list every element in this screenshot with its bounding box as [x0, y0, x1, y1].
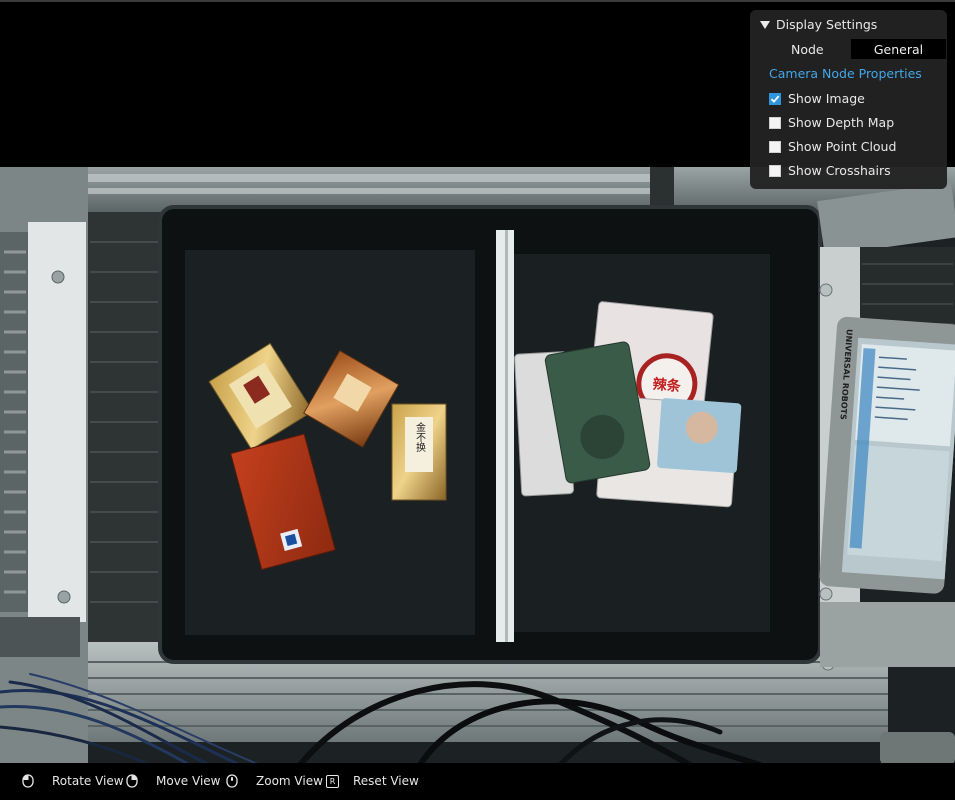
mouse-wheel-icon — [226, 774, 238, 788]
show-crosshairs-option[interactable]: Show Crosshairs — [769, 163, 891, 178]
move-view-hint: Move View — [126, 774, 220, 788]
show-depth-map-option[interactable]: Show Depth Map — [769, 115, 894, 130]
rotate-view-label: Rotate View — [52, 774, 124, 788]
camera-viewport[interactable]: UNIVERSAL ROBOTS 金不换 辣条 Display Settings… — [0, 0, 955, 763]
show-point-cloud-option[interactable]: Show Point Cloud — [769, 139, 896, 154]
checkmark-icon — [770, 95, 780, 103]
show-image-label: Show Image — [788, 91, 865, 106]
left-mouse-button-icon — [22, 774, 34, 788]
move-view-label: Move View — [156, 774, 221, 788]
snack-package-label: 辣条 — [652, 375, 683, 395]
tea-package-label: 金不换 — [414, 421, 426, 453]
node-label: Node — [791, 42, 824, 57]
rotate-view-hint: Rotate View — [22, 774, 124, 788]
reset-key-icon: R — [326, 774, 339, 788]
collapse-triangle-icon[interactable] — [760, 20, 770, 29]
show-depth-map-checkbox[interactable] — [769, 116, 781, 129]
display-settings-panel: Display Settings Node General Camera Nod… — [750, 10, 947, 189]
show-point-cloud-checkbox[interactable] — [769, 140, 781, 153]
node-select[interactable]: General — [851, 39, 946, 59]
zoom-view-hint: Zoom View — [226, 774, 323, 788]
display-settings-header[interactable]: Display Settings — [760, 17, 877, 32]
view-controls-bar: Rotate View Move View Zoom View R Reset … — [0, 763, 955, 800]
reset-view-label: Reset View — [353, 774, 419, 788]
show-point-cloud-label: Show Point Cloud — [788, 139, 897, 154]
display-settings-title: Display Settings — [776, 17, 878, 32]
zoom-view-label: Zoom View — [256, 774, 323, 788]
reset-view-hint: R Reset View — [326, 774, 419, 788]
camera-node-properties-link[interactable]: Camera Node Properties — [769, 66, 922, 81]
show-crosshairs-checkbox[interactable] — [769, 164, 781, 177]
show-depth-map-label: Show Depth Map — [788, 115, 895, 130]
show-image-checkbox[interactable] — [769, 92, 781, 105]
show-image-option[interactable]: Show Image — [769, 91, 865, 106]
show-crosshairs-label: Show Crosshairs — [788, 163, 891, 178]
right-mouse-button-icon — [126, 774, 138, 788]
